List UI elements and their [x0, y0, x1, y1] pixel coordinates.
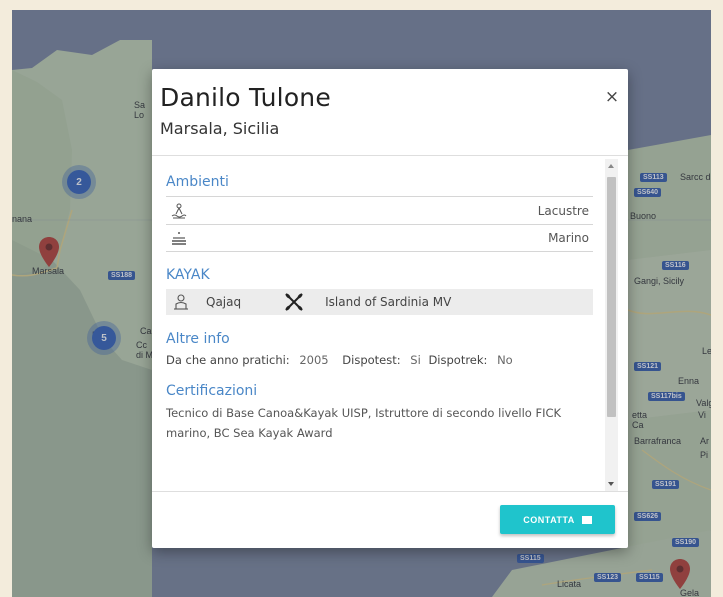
modal-body[interactable]: Ambienti Lacustre Marino KAYAK Qajaq Isl…	[152, 157, 628, 491]
section-title-altre-info: Altre info	[166, 331, 230, 347]
kayak-hull: Island of Sardinia MV	[325, 295, 452, 309]
section-title-certificazioni: Certificazioni	[166, 383, 258, 399]
profile-modal: Danilo Tulone Marsala, Sicilia × Ambient…	[152, 69, 628, 548]
contact-button[interactable]: CONTATTA	[500, 505, 615, 534]
modal-footer: CONTATTA	[152, 491, 628, 548]
ambienti-row: Lacustre	[166, 196, 593, 224]
modal-scrollbar[interactable]	[605, 159, 618, 491]
section-title-kayak: KAYAK	[166, 267, 210, 283]
contact-button-label: CONTATTA	[523, 514, 575, 525]
sea-icon	[172, 232, 186, 245]
modal-header: Danilo Tulone Marsala, Sicilia ×	[152, 69, 628, 156]
close-button[interactable]: ×	[604, 89, 620, 106]
kayak-row: Qajaq Island of Sardinia MV	[166, 289, 593, 315]
certificazioni-text: Tecnico di Base Canoa&Kayak UISP, Istrut…	[166, 406, 562, 440]
paddler-icon	[174, 294, 188, 310]
ambienti-list: Lacustre Marino	[166, 196, 593, 252]
profile-location: Marsala, Sicilia	[160, 119, 280, 138]
ambienti-label: Lacustre	[537, 203, 589, 218]
ambienti-label: Marino	[548, 231, 589, 245]
scroll-up-arrow-icon[interactable]	[608, 164, 614, 168]
scroll-down-arrow-icon[interactable]	[608, 482, 614, 486]
profile-details: Ambienti Lacustre Marino KAYAK Qajaq Isl…	[166, 157, 593, 443]
lake-icon	[171, 203, 187, 218]
altre-info-line: Da che anno pratichi: 2005 Dispotest: Si…	[166, 353, 593, 367]
profile-name: Danilo Tulone	[160, 83, 331, 112]
dispotest-value: Si	[410, 353, 421, 367]
app-frame: Marsala Gangi, Sicily Enna Barrafranca L…	[12, 10, 711, 597]
year-value: 2005	[299, 353, 329, 367]
scroll-thumb[interactable]	[607, 177, 616, 417]
mail-icon	[581, 515, 592, 524]
dispotrek-label: Dispotrek:	[428, 353, 488, 367]
dispotest-label: Dispotest:	[342, 353, 401, 367]
kayak-model: Qajaq	[206, 295, 242, 309]
year-label: Da che anno pratichi:	[166, 353, 290, 367]
dispotrek-value: No	[497, 353, 513, 367]
ambienti-row: Marino	[166, 224, 593, 252]
section-title-ambienti: Ambienti	[166, 174, 229, 190]
crossed-paddles-icon	[285, 293, 303, 311]
